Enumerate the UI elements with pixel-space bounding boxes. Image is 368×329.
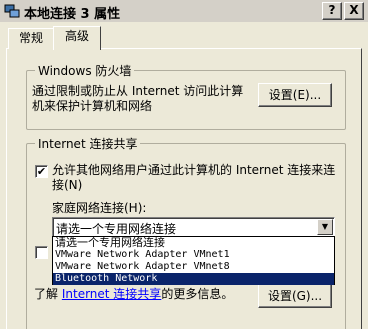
home-network-label: 家庭网络连接(H):: [52, 201, 147, 215]
ics-footer-text: 了解 Internet 连接共享的更多信息。: [34, 285, 233, 302]
firewall-description: 通过限制或防止从 Internet 访问此计算机来保护计算机和网络: [32, 84, 244, 113]
ics-help-link[interactable]: Internet 连接共享: [62, 287, 161, 301]
dropdown-option-selected[interactable]: Bluetooth Network: [53, 273, 334, 285]
firewall-settings-button[interactable]: 设置(E)...: [258, 83, 332, 107]
dropdown-option[interactable]: VMware Network Adapter VMnet8: [53, 261, 334, 273]
firewall-group-title: Windows 防火墙: [35, 62, 135, 79]
allow-sharing-label: 允许其他网络用户通过此计算机的 Internet 连接来连接(N): [52, 163, 336, 192]
window-title: 本地连接 3 属性: [24, 7, 121, 22]
footer-prefix: 了解: [34, 287, 59, 301]
ics-settings-button[interactable]: 设置(G)...: [258, 284, 332, 308]
network-connection-icon: [4, 4, 20, 18]
secondary-checkbox[interactable]: [35, 246, 48, 259]
close-button[interactable]: X: [344, 2, 364, 20]
dropdown-option[interactable]: 请选一个专用网络连接: [53, 237, 334, 249]
home-network-dropdown-list[interactable]: 请选一个专用网络连接 VMware Network Adapter VMnet1…: [52, 236, 335, 285]
chevron-down-icon[interactable]: ▼: [317, 219, 333, 235]
tab-general[interactable]: 常规: [8, 28, 54, 49]
allow-sharing-checkbox[interactable]: ✔: [35, 165, 48, 178]
dropdown-option[interactable]: VMware Network Adapter VMnet1: [53, 249, 334, 261]
home-network-combo[interactable]: 请选一个专用网络连接 ▼: [52, 217, 335, 237]
help-button[interactable]: ?: [322, 2, 342, 20]
tab-advanced[interactable]: 高级: [53, 26, 101, 50]
home-network-combo-value: 请选一个专用网络连接: [56, 222, 177, 236]
title-bar[interactable]: 本地连接 3 属性 ? X: [0, 0, 368, 22]
ics-group-title: Internet 连接共享: [35, 135, 141, 152]
footer-suffix: 的更多信息。: [161, 287, 234, 301]
